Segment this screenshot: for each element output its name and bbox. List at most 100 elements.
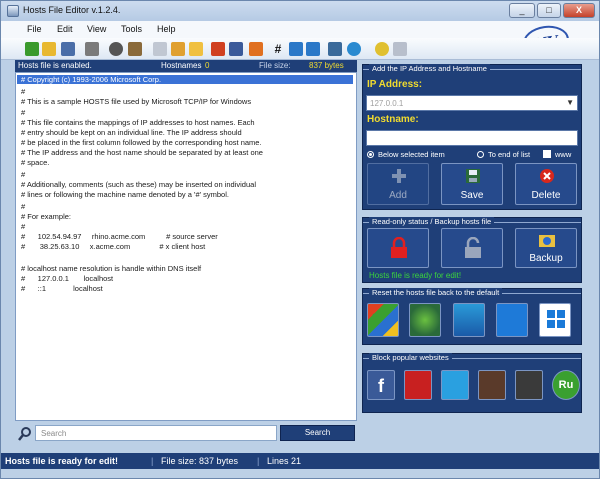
hostnames-value: 0 (205, 61, 210, 70)
export-icon[interactable] (249, 42, 263, 56)
readonly-panel: Read-only status / Backup hosts file Bac… (362, 217, 582, 283)
new-icon[interactable] (25, 42, 39, 56)
unlock-button[interactable] (441, 228, 503, 268)
radio-end-of-list[interactable] (477, 151, 484, 158)
save-button[interactable]: Save (441, 163, 503, 205)
www-checkbox[interactable] (543, 150, 551, 158)
editor-line[interactable]: # Copyright (c) 1993-2006 Microsoft Corp… (21, 75, 161, 84)
backup-button[interactable]: Backup (515, 228, 577, 268)
editor-line[interactable]: # This file contains the mappings of IP … (21, 118, 255, 127)
hostname-input[interactable] (366, 130, 578, 146)
window-title: Hosts File Editor v.1.2.4. (23, 5, 121, 15)
status-separator: | (151, 456, 154, 466)
hostnames-label: Hostnames (161, 61, 202, 70)
radio-end-label: To end of list (488, 150, 531, 159)
editor-line[interactable]: # 102.54.94.97 rhino.acme.com # source s… (21, 232, 218, 241)
search-button[interactable]: Search (280, 425, 355, 441)
editor-line[interactable]: # (21, 202, 25, 211)
mytube-icon[interactable] (515, 370, 543, 400)
windows-8-button[interactable] (496, 303, 528, 337)
ru-icon[interactable]: Ru (552, 370, 580, 400)
lock-icon (391, 237, 407, 258)
editor-line[interactable]: # be placed in the first column followed… (21, 138, 262, 147)
close-button[interactable]: X (563, 3, 595, 18)
youtube-icon[interactable] (404, 370, 432, 400)
add-button-label: Add (389, 190, 407, 201)
hosts-status-strip: Hosts file is enabled. Hostnames 0 File … (15, 60, 357, 72)
editor-line[interactable]: # lines or following the machine name de… (21, 190, 229, 199)
filesize-value: 837 bytes (309, 61, 344, 70)
ip-address-combo[interactable]: 127.0.0.1 ▼ (366, 95, 578, 111)
network-icon[interactable] (328, 42, 342, 56)
hash-icon[interactable]: # (271, 42, 285, 56)
editor-line[interactable]: # For example: (21, 212, 71, 221)
paste-icon[interactable] (229, 42, 243, 56)
instagram-icon[interactable] (478, 370, 506, 400)
block-websites-panel: Block popular websites f Ru (362, 353, 582, 413)
search-input[interactable]: Search (35, 425, 277, 441)
lock-button[interactable] (367, 228, 429, 268)
unlock-icon (465, 237, 481, 258)
maximize-button[interactable]: □ (537, 3, 561, 18)
menu-edit[interactable]: Edit (57, 24, 73, 34)
editor-line[interactable]: # The IP address and the host name shoul… (21, 148, 263, 157)
editor-line[interactable]: # (21, 222, 25, 231)
save-icon[interactable] (61, 42, 75, 56)
enabled-text: Hosts file is enabled. (18, 61, 92, 70)
editor-line[interactable]: # entry should be kept on an individual … (21, 128, 242, 137)
hosts-editor[interactable]: # Copyright (c) 1993-2006 Microsoft Corp… (15, 72, 357, 421)
editor-line[interactable]: # ::1 localhost (21, 284, 103, 293)
editor-line[interactable]: # (21, 87, 25, 96)
block-panel-caption: Block popular websites (369, 353, 452, 362)
twitter-icon[interactable] (441, 370, 469, 400)
filesize-label: File size: (259, 61, 291, 70)
move-down-icon[interactable] (306, 42, 320, 56)
readonly-status: Hosts file is ready for edit! (369, 271, 462, 280)
facebook-icon[interactable]: f (367, 370, 395, 400)
copy-icon[interactable] (211, 42, 225, 56)
print-icon[interactable] (85, 42, 99, 56)
menu-tools[interactable]: Tools (121, 24, 142, 34)
editor-line[interactable]: # (21, 170, 25, 179)
title-bar[interactable]: Hosts File Editor v.1.2.4. _ □ X (1, 1, 599, 21)
globe-icon[interactable] (347, 42, 361, 56)
editor-line[interactable]: # 127.0.0.1 localhost (21, 274, 113, 283)
view-icon[interactable] (171, 42, 185, 56)
reset-panel: Reset the hosts file back to the default (362, 288, 582, 345)
windows-xp-button[interactable] (367, 303, 399, 337)
editor-line[interactable]: # 38.25.63.10 x.acme.com # x client host (21, 242, 205, 251)
help-icon[interactable] (375, 42, 389, 56)
editor-line[interactable]: # (21, 108, 25, 117)
delete-button[interactable]: Delete (515, 163, 577, 205)
replace-icon[interactable] (128, 42, 142, 56)
menu-bar: File Edit View Tools Help (1, 21, 599, 38)
find-icon[interactable] (109, 42, 123, 56)
editor-line[interactable]: # space. (21, 158, 49, 167)
move-up-icon[interactable] (289, 42, 303, 56)
windows-10-button[interactable] (539, 303, 571, 337)
minimize-button[interactable]: _ (509, 3, 535, 18)
editor-line[interactable]: # localhost name resolution is handle wi… (21, 264, 201, 273)
hostname-label: Hostname: (367, 114, 419, 125)
folder-icon[interactable] (189, 42, 203, 56)
windows-7-button[interactable] (453, 303, 485, 337)
open-icon[interactable] (42, 42, 56, 56)
backup-button-label: Backup (529, 253, 563, 264)
add-ip-panel: Add the IP Address and Hostname IP Addre… (362, 64, 582, 210)
menu-view[interactable]: View (87, 24, 106, 34)
editor-line[interactable]: # Additionally, comments (such as these)… (21, 180, 256, 189)
add-button[interactable]: Add (367, 163, 429, 205)
windows-vista-button[interactable] (409, 303, 441, 337)
status-message: Hosts file is ready for edit! (5, 456, 119, 466)
status-separator: | (257, 456, 260, 466)
radio-below-selected[interactable] (367, 151, 374, 158)
editor-line[interactable]: # This is a sample HOSTS file used by Mi… (21, 97, 251, 106)
chevron-down-icon[interactable]: ▼ (566, 98, 574, 107)
menu-file[interactable]: File (27, 24, 42, 34)
readonly-panel-caption: Read-only status / Backup hosts file (369, 217, 495, 226)
about-icon[interactable] (393, 42, 407, 56)
www-label: www (555, 150, 572, 159)
menu-help[interactable]: Help (157, 24, 176, 34)
settings-icon[interactable] (153, 42, 167, 56)
windows-logo-icon (547, 310, 565, 328)
